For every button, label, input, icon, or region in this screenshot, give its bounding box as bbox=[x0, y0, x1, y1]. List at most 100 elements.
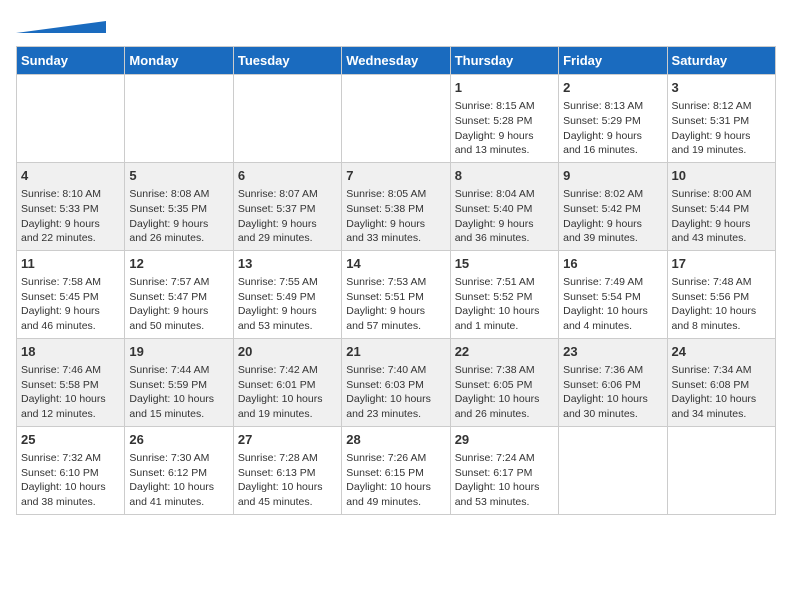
day-number: 20 bbox=[238, 343, 337, 361]
day-number: 7 bbox=[346, 167, 445, 185]
day-number: 16 bbox=[563, 255, 662, 273]
calendar-cell bbox=[125, 75, 233, 163]
calendar-cell: 4 Sunrise: 8:10 AM Sunset: 5:33 PM Daylig… bbox=[17, 162, 125, 250]
day-info: Sunrise: 7:32 AM Sunset: 6:10 PM Dayligh… bbox=[21, 451, 120, 510]
calendar-cell: 26 Sunrise: 7:30 AM Sunset: 6:12 PM Dayli… bbox=[125, 426, 233, 514]
day-number: 28 bbox=[346, 431, 445, 449]
calendar-week-row: 25 Sunrise: 7:32 AM Sunset: 6:10 PM Dayli… bbox=[17, 426, 776, 514]
day-info: Sunrise: 7:46 AM Sunset: 5:58 PM Dayligh… bbox=[21, 363, 120, 422]
calendar-cell: 23 Sunrise: 7:36 AM Sunset: 6:06 PM Dayli… bbox=[559, 338, 667, 426]
calendar-cell: 18 Sunrise: 7:46 AM Sunset: 5:58 PM Dayli… bbox=[17, 338, 125, 426]
day-info: Sunrise: 7:57 AM Sunset: 5:47 PM Dayligh… bbox=[129, 275, 228, 334]
day-info: Sunrise: 7:26 AM Sunset: 6:15 PM Dayligh… bbox=[346, 451, 445, 510]
day-info: Sunrise: 7:38 AM Sunset: 6:05 PM Dayligh… bbox=[455, 363, 554, 422]
calendar-cell bbox=[667, 426, 775, 514]
day-number: 6 bbox=[238, 167, 337, 185]
calendar-cell: 17 Sunrise: 7:48 AM Sunset: 5:56 PM Dayli… bbox=[667, 250, 775, 338]
calendar-cell: 22 Sunrise: 7:38 AM Sunset: 6:05 PM Dayli… bbox=[450, 338, 558, 426]
column-header-wednesday: Wednesday bbox=[342, 47, 450, 75]
calendar-cell: 20 Sunrise: 7:42 AM Sunset: 6:01 PM Dayli… bbox=[233, 338, 341, 426]
calendar-cell: 21 Sunrise: 7:40 AM Sunset: 6:03 PM Dayli… bbox=[342, 338, 450, 426]
day-number: 23 bbox=[563, 343, 662, 361]
day-number: 14 bbox=[346, 255, 445, 273]
day-info: Sunrise: 7:36 AM Sunset: 6:06 PM Dayligh… bbox=[563, 363, 662, 422]
day-number: 19 bbox=[129, 343, 228, 361]
calendar-week-row: 4 Sunrise: 8:10 AM Sunset: 5:33 PM Daylig… bbox=[17, 162, 776, 250]
column-header-saturday: Saturday bbox=[667, 47, 775, 75]
calendar-cell bbox=[559, 426, 667, 514]
day-info: Sunrise: 7:51 AM Sunset: 5:52 PM Dayligh… bbox=[455, 275, 554, 334]
calendar-table: SundayMondayTuesdayWednesdayThursdayFrid… bbox=[16, 46, 776, 515]
column-header-friday: Friday bbox=[559, 47, 667, 75]
calendar-week-row: 18 Sunrise: 7:46 AM Sunset: 5:58 PM Dayli… bbox=[17, 338, 776, 426]
day-number: 18 bbox=[21, 343, 120, 361]
day-number: 1 bbox=[455, 79, 554, 97]
day-number: 4 bbox=[21, 167, 120, 185]
day-number: 17 bbox=[672, 255, 771, 273]
day-number: 24 bbox=[672, 343, 771, 361]
day-info: Sunrise: 7:44 AM Sunset: 5:59 PM Dayligh… bbox=[129, 363, 228, 422]
calendar-cell: 12 Sunrise: 7:57 AM Sunset: 5:47 PM Dayli… bbox=[125, 250, 233, 338]
calendar-cell: 1Sunrise: 8:15 AM Sunset: 5:28 PM Daylig… bbox=[450, 75, 558, 163]
day-number: 26 bbox=[129, 431, 228, 449]
calendar-cell: 13Sunrise: 7:55 AM Sunset: 5:49 PM Dayli… bbox=[233, 250, 341, 338]
column-header-thursday: Thursday bbox=[450, 47, 558, 75]
day-number: 27 bbox=[238, 431, 337, 449]
logo bbox=[16, 20, 106, 38]
day-number: 29 bbox=[455, 431, 554, 449]
day-number: 25 bbox=[21, 431, 120, 449]
day-info: Sunrise: 7:28 AM Sunset: 6:13 PM Dayligh… bbox=[238, 451, 337, 510]
calendar-week-row: 1Sunrise: 8:15 AM Sunset: 5:28 PM Daylig… bbox=[17, 75, 776, 163]
day-number: 5 bbox=[129, 167, 228, 185]
calendar-cell: 7 Sunrise: 8:05 AM Sunset: 5:38 PM Daylig… bbox=[342, 162, 450, 250]
calendar-cell: 11 Sunrise: 7:58 AM Sunset: 5:45 PM Dayli… bbox=[17, 250, 125, 338]
calendar-cell: 9 Sunrise: 8:02 AM Sunset: 5:42 PM Daylig… bbox=[559, 162, 667, 250]
column-header-monday: Monday bbox=[125, 47, 233, 75]
calendar-cell bbox=[342, 75, 450, 163]
calendar-cell: 8 Sunrise: 8:04 AM Sunset: 5:40 PM Daylig… bbox=[450, 162, 558, 250]
calendar-cell: 29Sunrise: 7:24 AM Sunset: 6:17 PM Dayli… bbox=[450, 426, 558, 514]
calendar-header-row: SundayMondayTuesdayWednesdayThursdayFrid… bbox=[17, 47, 776, 75]
day-info: Sunrise: 7:48 AM Sunset: 5:56 PM Dayligh… bbox=[672, 275, 771, 334]
calendar-cell: 19 Sunrise: 7:44 AM Sunset: 5:59 PM Dayli… bbox=[125, 338, 233, 426]
day-number: 10 bbox=[672, 167, 771, 185]
day-info: Sunrise: 8:02 AM Sunset: 5:42 PM Dayligh… bbox=[563, 187, 662, 246]
day-number: 11 bbox=[21, 255, 120, 273]
day-info: Sunrise: 7:30 AM Sunset: 6:12 PM Dayligh… bbox=[129, 451, 228, 510]
calendar-cell bbox=[233, 75, 341, 163]
day-number: 9 bbox=[563, 167, 662, 185]
day-info: Sunrise: 7:58 AM Sunset: 5:45 PM Dayligh… bbox=[21, 275, 120, 334]
day-info: Sunrise: 8:10 AM Sunset: 5:33 PM Dayligh… bbox=[21, 187, 120, 246]
day-number: 2 bbox=[563, 79, 662, 97]
calendar-week-row: 11 Sunrise: 7:58 AM Sunset: 5:45 PM Dayli… bbox=[17, 250, 776, 338]
calendar-cell: 14 Sunrise: 7:53 AM Sunset: 5:51 PM Dayli… bbox=[342, 250, 450, 338]
calendar-cell: 6Sunrise: 8:07 AM Sunset: 5:37 PM Daylig… bbox=[233, 162, 341, 250]
day-info: Sunrise: 7:53 AM Sunset: 5:51 PM Dayligh… bbox=[346, 275, 445, 334]
page-header bbox=[16, 16, 776, 38]
logo-icon bbox=[16, 21, 106, 33]
day-info: Sunrise: 8:05 AM Sunset: 5:38 PM Dayligh… bbox=[346, 187, 445, 246]
calendar-cell bbox=[17, 75, 125, 163]
calendar-cell: 2Sunrise: 8:13 AM Sunset: 5:29 PM Daylig… bbox=[559, 75, 667, 163]
day-number: 15 bbox=[455, 255, 554, 273]
day-info: Sunrise: 8:12 AM Sunset: 5:31 PM Dayligh… bbox=[672, 99, 771, 158]
day-info: Sunrise: 7:49 AM Sunset: 5:54 PM Dayligh… bbox=[563, 275, 662, 334]
column-header-sunday: Sunday bbox=[17, 47, 125, 75]
calendar-cell: 16 Sunrise: 7:49 AM Sunset: 5:54 PM Dayli… bbox=[559, 250, 667, 338]
day-info: Sunrise: 8:00 AM Sunset: 5:44 PM Dayligh… bbox=[672, 187, 771, 246]
calendar-cell: 5 Sunrise: 8:08 AM Sunset: 5:35 PM Daylig… bbox=[125, 162, 233, 250]
day-info: Sunrise: 8:08 AM Sunset: 5:35 PM Dayligh… bbox=[129, 187, 228, 246]
day-number: 12 bbox=[129, 255, 228, 273]
calendar-cell: 24Sunrise: 7:34 AM Sunset: 6:08 PM Dayli… bbox=[667, 338, 775, 426]
day-number: 22 bbox=[455, 343, 554, 361]
day-info: Sunrise: 8:04 AM Sunset: 5:40 PM Dayligh… bbox=[455, 187, 554, 246]
day-info: Sunrise: 7:42 AM Sunset: 6:01 PM Dayligh… bbox=[238, 363, 337, 422]
day-info: Sunrise: 7:40 AM Sunset: 6:03 PM Dayligh… bbox=[346, 363, 445, 422]
calendar-cell: 15 Sunrise: 7:51 AM Sunset: 5:52 PM Dayli… bbox=[450, 250, 558, 338]
day-number: 13 bbox=[238, 255, 337, 273]
column-header-tuesday: Tuesday bbox=[233, 47, 341, 75]
calendar-cell: 28 Sunrise: 7:26 AM Sunset: 6:15 PM Dayli… bbox=[342, 426, 450, 514]
day-number: 21 bbox=[346, 343, 445, 361]
day-number: 8 bbox=[455, 167, 554, 185]
calendar-cell: 10 Sunrise: 8:00 AM Sunset: 5:44 PM Dayli… bbox=[667, 162, 775, 250]
